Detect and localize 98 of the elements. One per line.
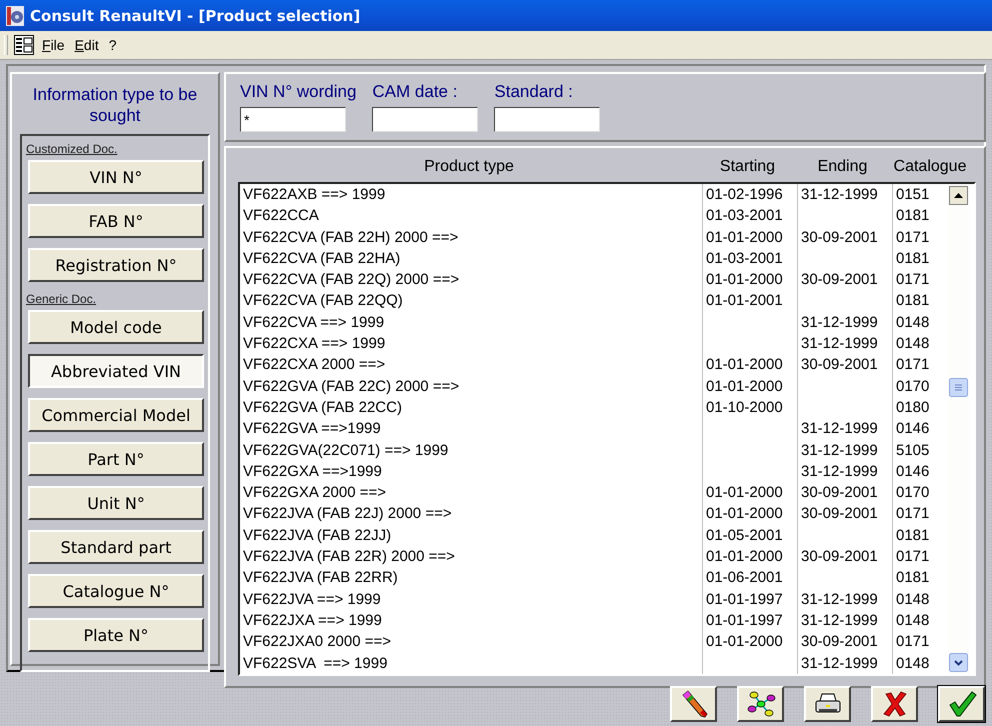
menu-item[interactable]: Edit [72, 37, 101, 53]
field-label: VIN N° wording [240, 82, 356, 102]
table-cell: 31-12-1999 [797, 312, 892, 334]
edit-button[interactable] [670, 686, 717, 722]
table-cell-text: VF622GVA ==>1999 [242, 419, 382, 440]
table-cell: 30-09-2001 [797, 354, 892, 376]
scrollbar[interactable] [948, 184, 970, 674]
table-cell-text: VF622JVA ==> 1999 [242, 590, 382, 610]
field-label: Standard : [494, 82, 574, 102]
table-cell: 31-12-1999 [797, 610, 892, 632]
column-header[interactable]: Product type [238, 158, 700, 176]
search-type-button[interactable]: Registration N° [28, 248, 204, 282]
table-cell-text: VF622GVA(22C071) ==> 1999 [242, 440, 450, 461]
table-cell-text: VF622JXA ==> 1999 [242, 610, 383, 631]
table-cell: 31-12-1999 [797, 184, 892, 206]
table-cell-text: VF622GVA (FAB 22C) 2000 ==> [242, 376, 460, 397]
search-type-button[interactable]: VIN N° [28, 160, 204, 194]
table-cell: 31-12-1999 [797, 333, 892, 354]
table-cell: 01-03-2001 [702, 248, 797, 270]
table-cell-text: VF622CXA ==> 1999 [242, 334, 386, 354]
table-cell: 01-01-2000 [702, 354, 797, 376]
table-cell: 01-10-2000 [702, 396, 797, 418]
table-cell: 30-09-2001 [797, 269, 892, 290]
table-cell: 01-01-1997 [702, 588, 797, 610]
column-header[interactable]: Catalogue [890, 158, 970, 176]
table-cell-text: VF622CVA (FAB 22HA) [242, 248, 402, 269]
field-label: CAM date : [372, 82, 458, 102]
table-cell-text: VF622CVA (FAB 22Q) 2000 ==> [242, 270, 460, 290]
cancel-button[interactable] [871, 686, 918, 722]
window-title: Consult RenaultVI - [Product selection] [30, 6, 360, 24]
search-type-button[interactable]: Abbreviated VIN [28, 354, 204, 388]
table-cell: 30-09-2001 [797, 482, 892, 504]
table-cell: 01-05-2001 [702, 524, 797, 546]
search-type-button[interactable]: Part N° [28, 442, 204, 476]
table-cell-text: VF622GXA ==>1999 [242, 462, 383, 482]
table-cell: 31-12-1999 [797, 418, 892, 440]
search-type-button[interactable]: Plate N° [28, 618, 204, 652]
menu-item[interactable]: File [40, 37, 67, 53]
table-cell: 01-03-2001 [702, 205, 797, 227]
search-type-button[interactable]: Commercial Model [28, 398, 204, 432]
group-label: Generic Doc. [26, 292, 98, 306]
print-button[interactable] [804, 686, 851, 722]
table-cell: 01-01-2000 [702, 503, 797, 525]
table-cell: 01-01-2000 [702, 376, 797, 397]
scroll-down-button[interactable] [949, 652, 968, 672]
table-cell-text: VF622JVA (FAB 22R) 2000 ==> [242, 547, 456, 568]
list-view-icon[interactable] [14, 35, 34, 55]
table-cell: 01-01-2000 [702, 482, 797, 504]
table-cell: 01-01-2001 [702, 290, 797, 312]
table-cell-text: VF622GVA (FAB 22CC) [242, 398, 403, 418]
table-cell-text: VF622CXA 2000 ==> [242, 355, 386, 376]
table-cell: 31-12-1999 [797, 440, 892, 461]
table-cell-text: VF622JVA (FAB 22J) 2000 ==> [242, 504, 453, 524]
table-cell: 01-01-2000 [702, 269, 797, 290]
table-cell-text: VF622JXA0 2000 ==> [242, 632, 392, 652]
table-cell-text: VF622CVA (FAB 22H) 2000 ==> [242, 228, 460, 248]
table-cell: 31-12-1999 [797, 460, 892, 482]
table-cell: 31-12-1999 [797, 588, 892, 610]
column-header[interactable]: Ending [795, 158, 890, 176]
table-cell: 30-09-2001 [797, 631, 892, 653]
table-cell-text: VF622JVA (FAB 22JJ) [242, 526, 392, 546]
table-cell: 01-01-1997 [702, 610, 797, 632]
scroll-thumb[interactable] [949, 378, 968, 397]
scroll-up-button[interactable] [949, 186, 968, 205]
table-cell-text: VF622CVA (FAB 22QQ) [242, 291, 404, 312]
table-cell-text: VF622CCA [242, 206, 320, 226]
search-type-button[interactable]: FAB N° [28, 204, 204, 238]
table-cell-text: VF622CVA ==> 1999 [242, 312, 386, 333]
table-cell: 30-09-2001 [797, 503, 892, 525]
table-cell: 30-09-2001 [797, 226, 892, 248]
table-cell: 01-01-2000 [702, 226, 797, 248]
table-cell-text: VF622AXB ==> 1999 [242, 185, 386, 205]
table-cell: 01-01-2000 [702, 631, 797, 653]
menu-item[interactable]: ? [106, 37, 119, 53]
search-type-button[interactable]: Unit N° [28, 486, 204, 520]
table-cell: 30-09-2001 [797, 546, 892, 568]
table-cell-text: VF622SVA ==> 1999 [242, 654, 388, 674]
search-type-button[interactable]: Model code [28, 310, 204, 344]
table-cell: 01-01-2000 [702, 546, 797, 568]
close-icon [882, 690, 908, 718]
group-label: Customized Doc. [26, 142, 118, 156]
sidebar-heading: Information type to be sought [32, 84, 198, 126]
confirm-button[interactable] [938, 686, 985, 722]
structure-button[interactable] [737, 686, 784, 722]
checkmark-icon [946, 690, 976, 718]
search-type-button[interactable]: Standard part [28, 530, 204, 564]
table-cell: 31-12-1999 [797, 652, 892, 674]
input-field[interactable] [372, 107, 478, 132]
input-field[interactable]: * [240, 107, 346, 132]
app-icon [6, 6, 24, 26]
search-type-button[interactable]: Catalogue N° [28, 574, 204, 608]
table-cell: 01-06-2001 [702, 567, 797, 589]
column-header[interactable]: Starting [700, 158, 795, 176]
network-icon [744, 689, 776, 719]
table-cell-text: VF622GXA 2000 ==> [242, 483, 388, 504]
input-field[interactable] [494, 107, 600, 132]
table-cell: 01-02-1996 [702, 184, 797, 206]
table-cell-text: VF622JVA (FAB 22RR) [242, 568, 399, 588]
